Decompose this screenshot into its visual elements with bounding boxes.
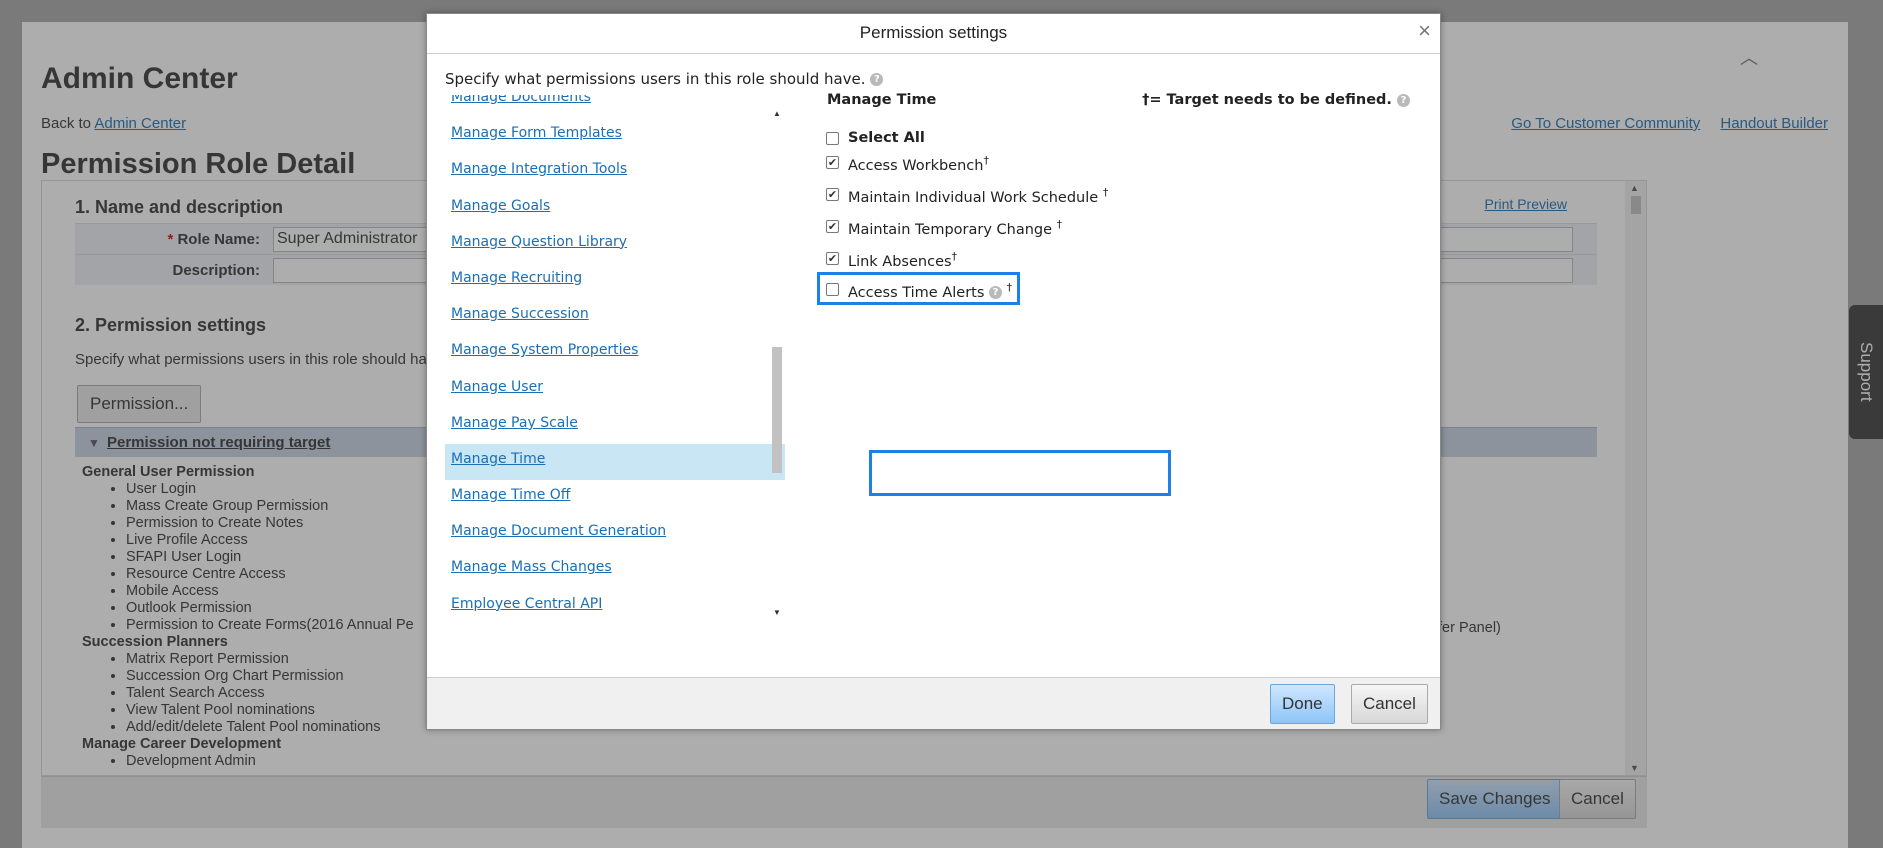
help-icon[interactable]: ?	[1397, 93, 1410, 107]
dialog-title: Permission settings	[859, 23, 1008, 42]
category-manage-mass-changes[interactable]: Manage Mass Changes	[445, 552, 785, 588]
category-manage-recruiting[interactable]: Manage Recruiting	[445, 263, 785, 299]
category-manage-documents[interactable]: Manage Documents	[445, 95, 785, 118]
permission-label: Maintain Temporary Change	[848, 221, 1053, 238]
link-absences-checkbox[interactable]: ✔	[826, 252, 839, 265]
highlighted-permission	[817, 272, 1020, 305]
dialog-header: Permission settings ×	[427, 14, 1440, 54]
category-manage-question-library[interactable]: Manage Question Library	[445, 227, 785, 263]
done-button[interactable]: Done	[1270, 684, 1335, 724]
category-manage-user[interactable]: Manage User	[445, 372, 785, 408]
category-employee-central-api[interactable]: Employee Central API	[445, 589, 785, 617]
scroll-up-icon[interactable]: ▲	[773, 109, 781, 118]
category-manage-form-templates[interactable]: Manage Form Templates	[445, 118, 785, 154]
category-manage-integration-tools[interactable]: Manage Integration Tools	[445, 154, 785, 190]
dagger-mark: †	[1102, 186, 1109, 199]
category-manage-document-generation[interactable]: Manage Document Generation	[445, 516, 785, 552]
permission-label: Access Workbench	[848, 157, 984, 174]
permission-label: Maintain Individual Work Schedule	[848, 189, 1099, 206]
dialog-intro: Specify what permissions users in this r…	[445, 70, 884, 88]
maintain-work-schedule-checkbox[interactable]: ✔	[826, 188, 839, 201]
category-manage-pay-scale[interactable]: Manage Pay Scale	[445, 408, 785, 444]
dagger-mark: †	[1056, 218, 1063, 231]
access-workbench-checkbox[interactable]: ✔	[826, 156, 839, 169]
scroll-thumb[interactable]	[772, 347, 782, 473]
scroll-down-icon[interactable]: ▼	[773, 608, 781, 617]
help-icon[interactable]: ?	[870, 73, 884, 86]
maintain-temporary-change-checkbox[interactable]: ✔	[826, 220, 839, 233]
permission-settings-dialog: Permission settings × Specify what permi…	[426, 13, 1441, 730]
dagger-mark: †	[951, 250, 958, 263]
category-manage-time[interactable]: Manage Time	[445, 443, 785, 481]
select-all-label: Select All	[848, 130, 925, 146]
category-list: Manage Documents Manage Form Templates M…	[445, 95, 785, 617]
selected-category-highlight	[869, 450, 1171, 496]
category-manage-succession[interactable]: Manage Succession	[445, 299, 785, 335]
close-icon[interactable]: ×	[1418, 20, 1431, 42]
dialog-cancel-button[interactable]: Cancel	[1351, 684, 1428, 724]
category-manage-system-properties[interactable]: Manage System Properties	[445, 335, 785, 371]
select-all-checkbox[interactable]	[826, 132, 839, 145]
category-scrollbar[interactable]: ▲ ▼	[769, 107, 785, 619]
permission-panel-title: Manage Time	[827, 92, 937, 108]
dagger-mark: †	[983, 154, 989, 167]
permission-label: Link Absences	[848, 253, 952, 270]
dialog-footer: Done Cancel	[427, 677, 1440, 729]
category-manage-goals[interactable]: Manage Goals	[445, 191, 785, 227]
target-note: †= Target needs to be defined. ?	[1142, 92, 1410, 108]
category-manage-time-off[interactable]: Manage Time Off	[445, 480, 785, 516]
